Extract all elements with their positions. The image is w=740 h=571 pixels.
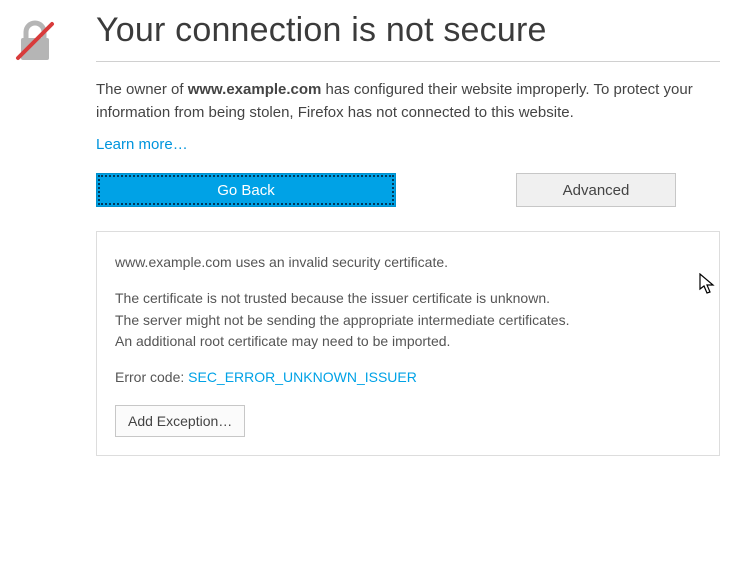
error-code-label: Error code:	[115, 369, 188, 385]
advanced-details-panel: www.example.com uses an invalid security…	[96, 231, 720, 455]
learn-more-link[interactable]: Learn more…	[96, 136, 188, 153]
insecure-lock-icon	[12, 18, 58, 64]
explain-text: The owner of www.example.com has configu…	[96, 78, 720, 125]
cert-reason-text: The certificate is not trusted because t…	[115, 288, 701, 353]
page-title: Your connection is not secure	[96, 10, 720, 51]
cert-invalid-text: www.example.com uses an invalid security…	[115, 252, 701, 274]
domain-name: www.example.com	[188, 81, 322, 98]
error-code-value[interactable]: SEC_ERROR_UNKNOWN_ISSUER	[188, 369, 417, 385]
advanced-button[interactable]: Advanced	[516, 173, 676, 207]
explain-pre: The owner of	[96, 81, 188, 98]
go-back-button[interactable]: Go Back	[96, 173, 396, 207]
error-code-line: Error code: SEC_ERROR_UNKNOWN_ISSUER	[115, 367, 701, 389]
add-exception-button[interactable]: Add Exception…	[115, 405, 245, 437]
divider	[96, 61, 720, 62]
